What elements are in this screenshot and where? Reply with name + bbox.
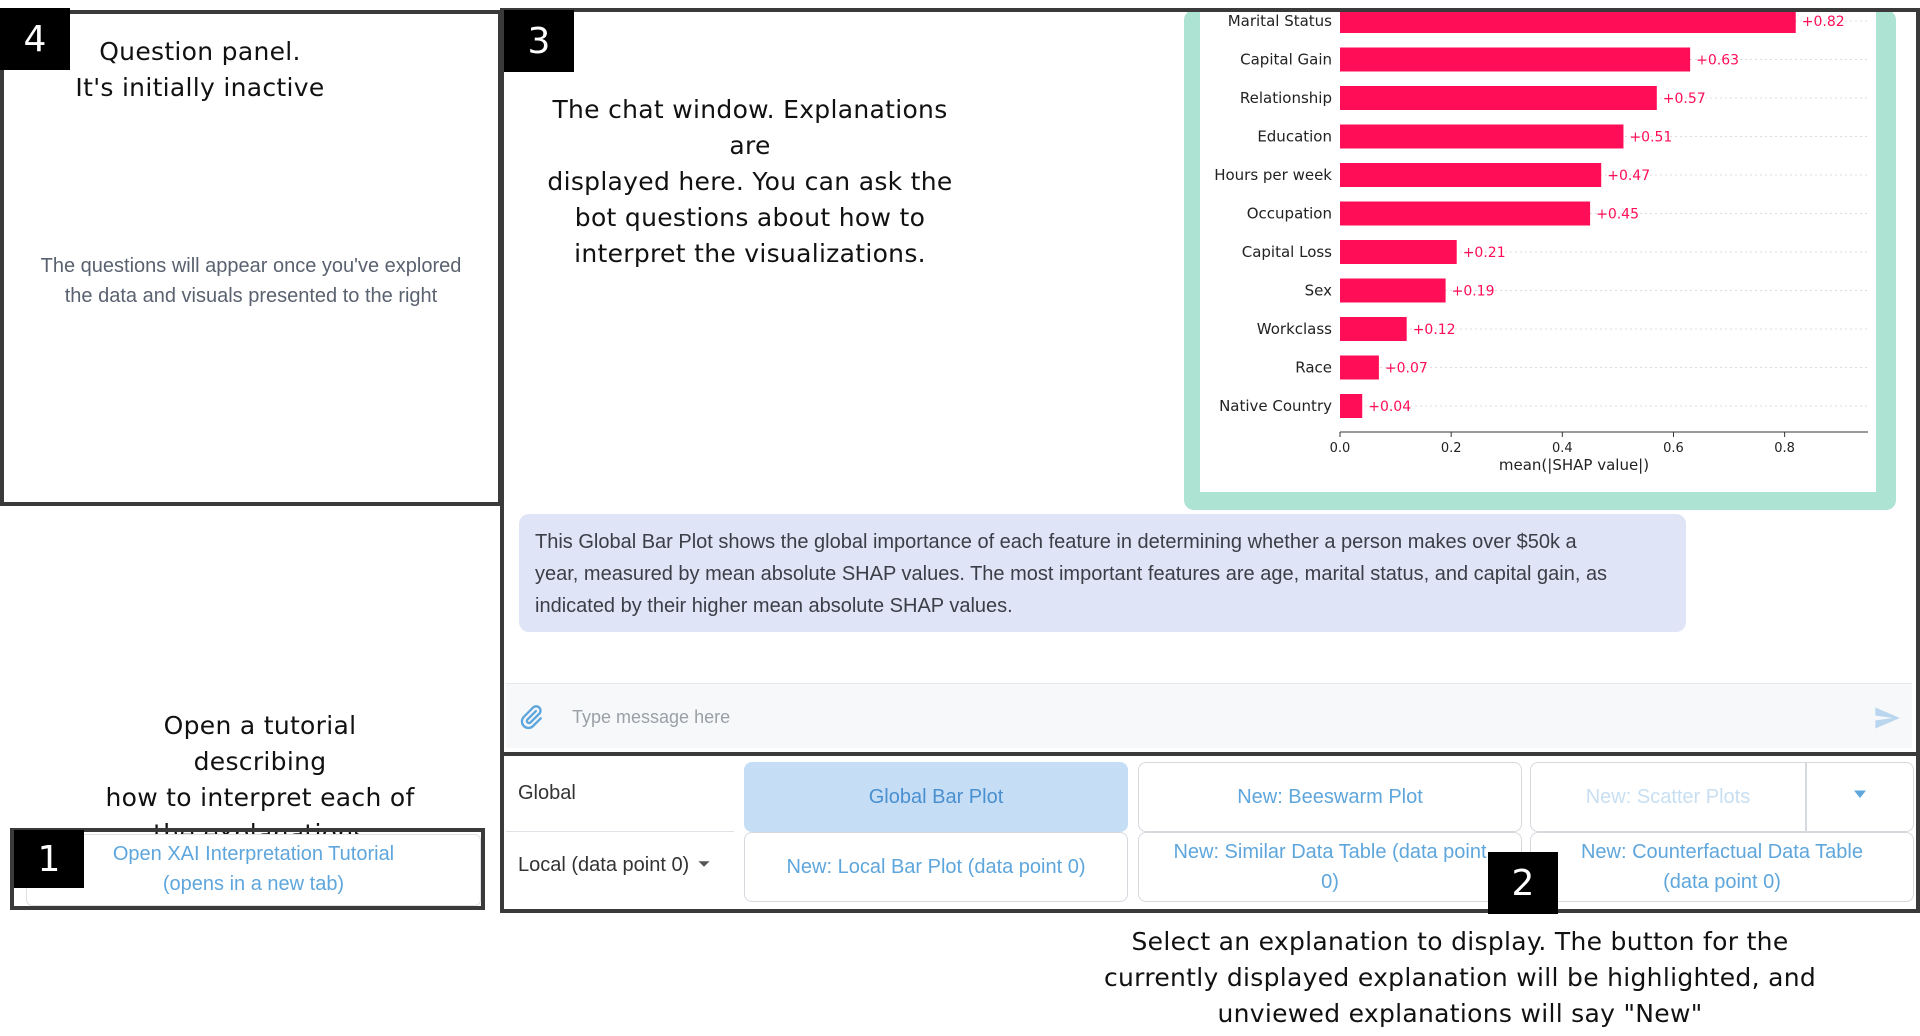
annotation-chat: The chat window. Explanations are displa… — [547, 95, 953, 268]
global-row-label: Global — [518, 782, 576, 804]
open-tutorial-button[interactable]: Open XAI Interpretation Tutorial (opens … — [26, 834, 481, 906]
counterfactual-data-table-button[interactable]: New: Counterfactual Data Table (data poi… — [1530, 832, 1914, 902]
caret-down-icon — [1852, 788, 1868, 806]
more-explanations-dropdown[interactable] — [1806, 762, 1914, 832]
local-dropdown-label: Local (data point 0) — [518, 854, 690, 876]
beeswarm-plot-button[interactable]: New: Beeswarm Plot — [1138, 762, 1522, 832]
question-panel-message: The questions will appear once you've ex… — [40, 255, 462, 307]
similar-data-table-button[interactable]: New: Similar Data Table (data point 0) — [1138, 832, 1522, 902]
caret-down-icon — [697, 854, 711, 877]
badge-question-panel: 4 — [0, 8, 70, 70]
local-bar-plot-button[interactable]: New: Local Bar Plot (data point 0) — [744, 832, 1128, 902]
global-bar-plot-button[interactable]: Global Bar Plot — [744, 762, 1128, 832]
row-divider — [506, 831, 734, 832]
annotation-question-panel: Question panel. It's initially inactive — [75, 37, 325, 102]
badge-selector: 2 — [1488, 852, 1558, 914]
local-dropdown[interactable]: Local (data point 0) — [518, 854, 711, 877]
scatter-plots-button[interactable]: New: Scatter Plots — [1530, 762, 1806, 832]
badge-tutorial: 1 — [14, 830, 84, 888]
badge-chat: 3 — [504, 10, 574, 72]
annotation-selector: Select an explanation to display. The bu… — [1103, 927, 1817, 1028]
